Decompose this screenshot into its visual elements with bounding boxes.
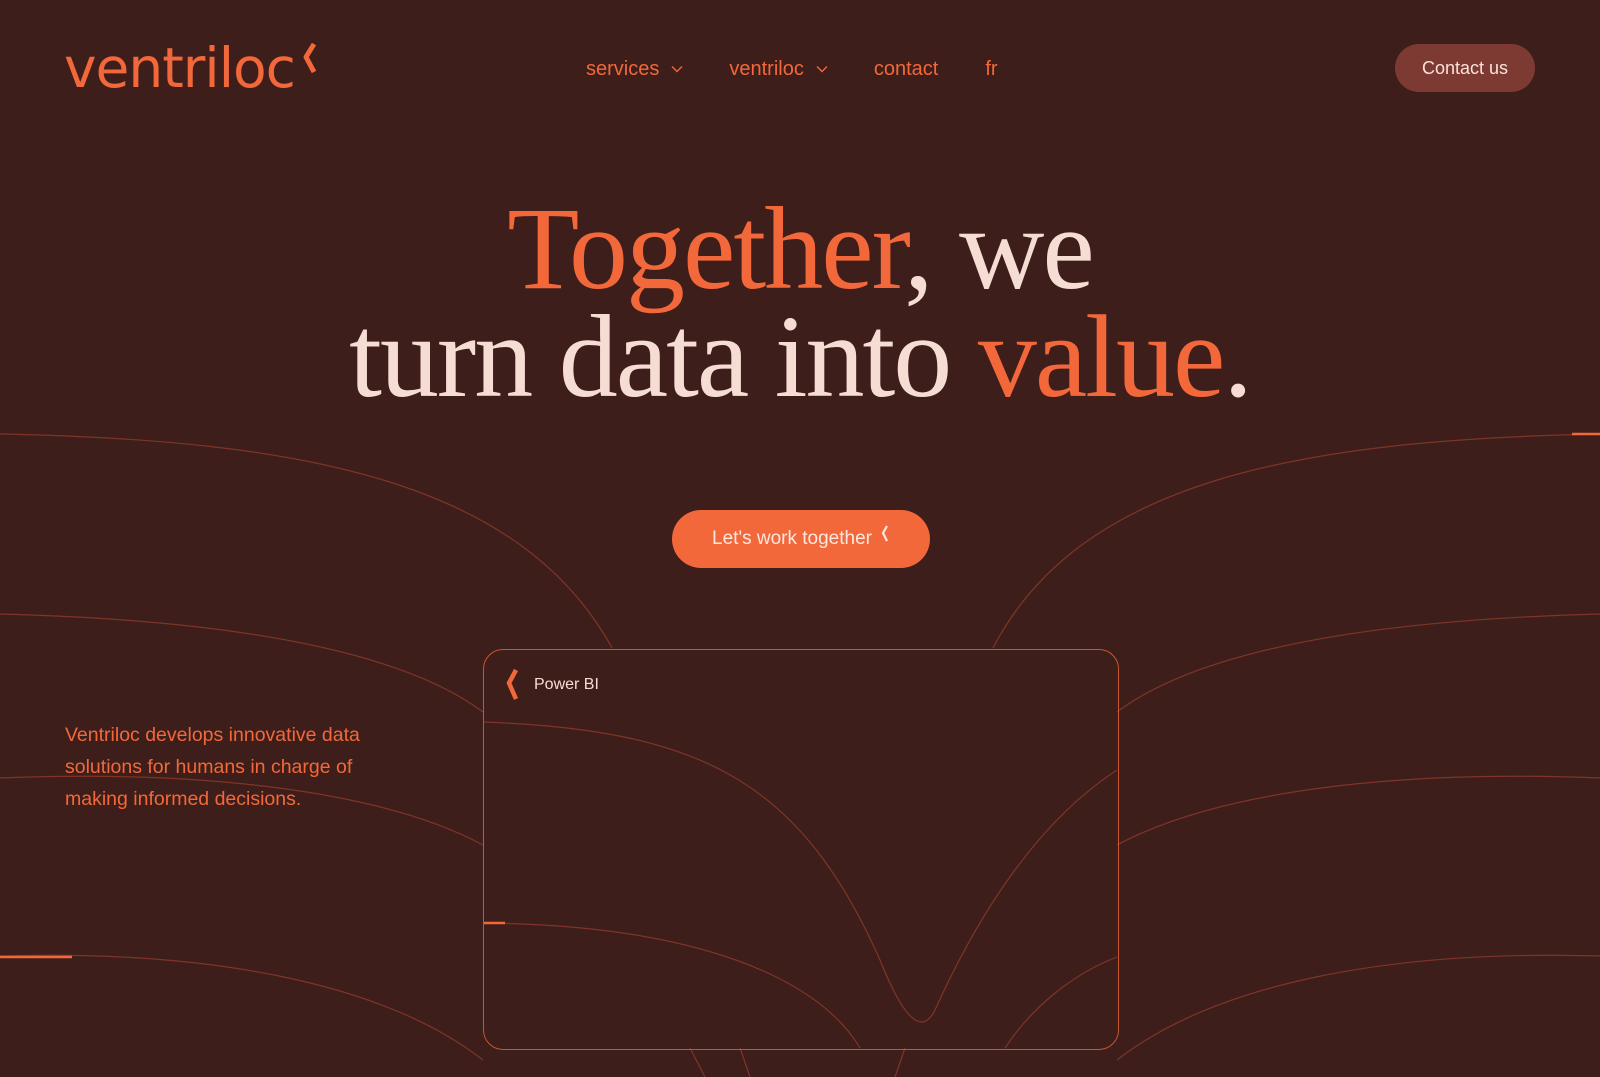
nav-contact[interactable]: contact: [874, 54, 938, 84]
logo-text: ventriloc: [64, 36, 296, 100]
contact-us-button[interactable]: Contact us: [1395, 44, 1535, 92]
nav-ventriloc-label: ventriloc: [729, 58, 804, 80]
work-together-button[interactable]: Let's work together: [672, 510, 930, 568]
page: ventriloc services ventriloc contact fr …: [0, 0, 1600, 1077]
tagline: Ventriloc develops innovative data solut…: [65, 724, 360, 810]
card-header: Power BI: [504, 668, 599, 702]
nav-services-label: services: [586, 58, 660, 80]
brand-mark-icon: [506, 668, 519, 700]
nav-ventriloc[interactable]: ventriloc: [729, 54, 828, 84]
logo-mark-icon: [303, 42, 317, 74]
card-title: Power BI: [534, 676, 599, 693]
chevron-down-icon: [671, 66, 683, 73]
power-bi-card[interactable]: Power BI: [483, 649, 1119, 1050]
main-nav: services ventriloc contact fr: [586, 54, 998, 84]
headline-accent-value: value: [977, 291, 1226, 422]
language-switch[interactable]: fr: [985, 54, 997, 84]
logo[interactable]: ventriloc: [64, 36, 319, 100]
chevron-down-icon: [816, 66, 828, 73]
work-together-label: Let's work together: [712, 528, 872, 549]
nav-services[interactable]: services: [586, 54, 683, 84]
headline-line2-end: .: [1223, 291, 1252, 422]
hero-headline: Together, we turn data into value.: [0, 190, 1600, 416]
brand-mark-icon: [881, 525, 888, 542]
headline-line2-start: turn data into: [349, 291, 978, 422]
